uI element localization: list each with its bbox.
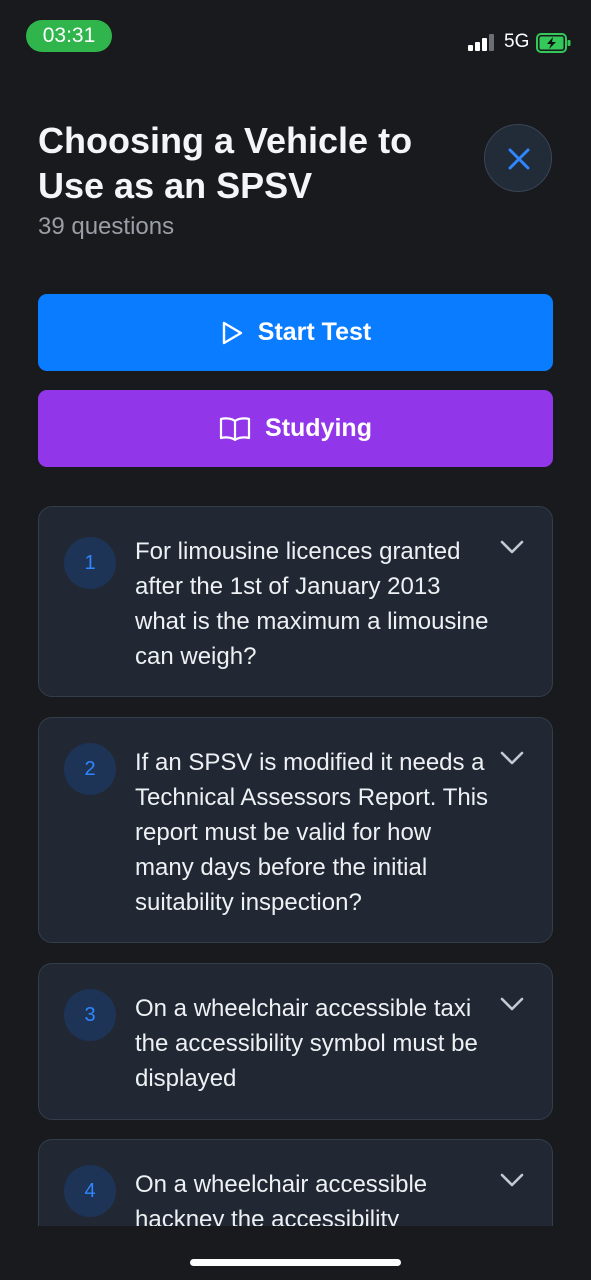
page-title: Choosing a Vehicle to Use as an SPSV (38, 120, 413, 206)
question-number: 3 (64, 989, 116, 1041)
chevron-down-icon[interactable] (499, 750, 525, 766)
question-text: If an SPSV is modified it needs a Techni… (135, 749, 489, 916)
battery-charging-icon (536, 33, 571, 53)
question-number: 4 (64, 1165, 116, 1217)
close-button[interactable] (484, 124, 552, 192)
start-test-button[interactable]: Start Test (38, 294, 553, 371)
play-icon (222, 321, 242, 344)
question-card[interactable]: 1 For limousine licences granted after t… (38, 506, 553, 697)
question-text: On a wheelchair accessible hackney the a… (135, 1171, 428, 1226)
question-card[interactable]: 2 If an SPSV is modified it needs a Tech… (38, 717, 553, 943)
question-text: For limousine licences granted after the… (135, 538, 489, 670)
question-count: 39 questions (38, 213, 175, 240)
chevron-down-icon[interactable] (499, 996, 525, 1012)
book-open-icon (219, 416, 251, 441)
start-test-label: Start Test (257, 318, 372, 346)
studying-label: Studying (265, 414, 372, 442)
question-card[interactable]: 4 On a wheelchair accessible hackney the… (38, 1139, 553, 1226)
cellular-signal-icon (468, 33, 496, 51)
question-card[interactable]: 3 On a wheelchair accessible taxi the ac… (38, 963, 553, 1120)
question-list: 1 For limousine licences granted after t… (38, 506, 553, 1226)
chevron-down-icon[interactable] (499, 539, 525, 555)
chevron-down-icon[interactable] (499, 1172, 525, 1188)
close-icon (508, 148, 530, 170)
status-time: 03:31 (26, 20, 112, 52)
question-number: 2 (64, 743, 116, 795)
home-indicator[interactable] (190, 1259, 401, 1266)
status-bar: 03:31 5G (0, 0, 591, 70)
network-type: 5G (504, 31, 530, 52)
question-number: 1 (64, 537, 116, 589)
studying-button[interactable]: Studying (38, 390, 553, 467)
question-text: On a wheelchair accessible taxi the acce… (135, 995, 478, 1092)
